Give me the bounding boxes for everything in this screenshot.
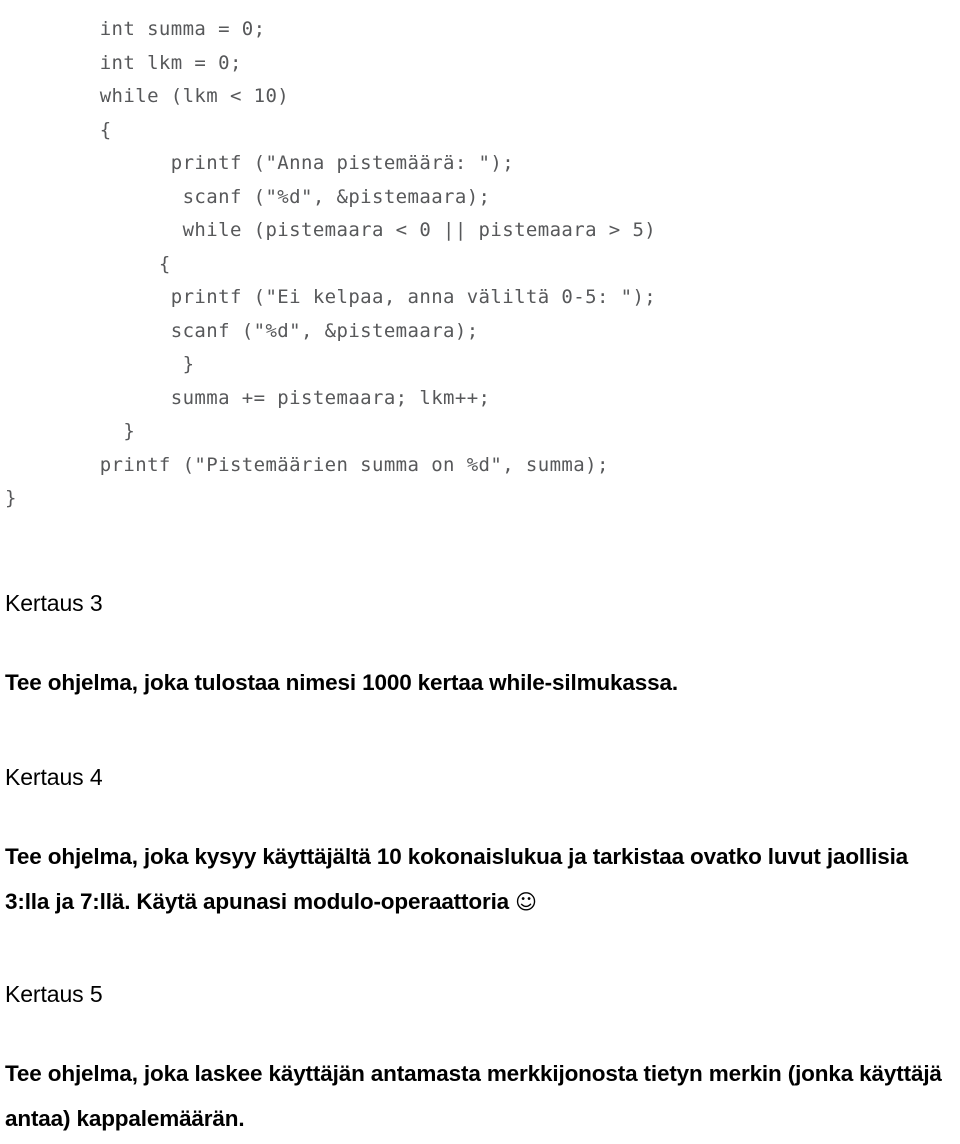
document-page: int summa = 0; int lkm = 0; while (lkm <… [0, 0, 960, 1144]
section-heading-kertaus-3: Kertaus 3 [5, 590, 103, 616]
code-line: printf ("Ei kelpaa, anna väliltä 0-5: ")… [5, 286, 657, 308]
section-body-kertaus-5: Tee ohjelma, joka laskee käyttäjän antam… [5, 1061, 942, 1131]
section-body-kertaus-4: Tee ohjelma, joka kysyy käyttäjältä 10 k… [5, 834, 955, 925]
exercise-section-kertaus-4: Kertaus 4 Tee ohjelma, joka kysyy käyttä… [5, 762, 955, 925]
code-line: while (lkm < 10) [5, 85, 290, 107]
section-body-line: 3:lla ja 7:llä. Käytä apunasi modulo-ope… [5, 889, 516, 914]
exercise-section-kertaus-3: Kertaus 3 Tee ohjelma, joka tulostaa nim… [5, 588, 955, 705]
smiling-face-icon: ☺ [515, 890, 537, 914]
section-body-line: Tee ohjelma, joka kysyy käyttäjältä 10 k… [5, 844, 909, 869]
code-line: int summa = 0; [5, 18, 266, 40]
code-line: } [5, 420, 136, 442]
code-line: printf ("Pistemäärien summa on %d", summ… [5, 453, 609, 476]
section-heading-kertaus-5: Kertaus 5 [5, 981, 103, 1007]
code-block: int summa = 0; int lkm = 0; while (lkm <… [0, 13, 960, 516]
code-line: printf ("Anna pistemäärä: "); [5, 152, 515, 174]
code-line: int lkm = 0; [5, 51, 242, 74]
code-line: { [5, 252, 171, 275]
section-heading-kertaus-4: Kertaus 4 [5, 764, 103, 790]
exercise-section-kertaus-5: Kertaus 5 Tee ohjelma, joka laskee käytt… [5, 979, 955, 1141]
code-line: scanf ("%d", &pistemaara); [5, 185, 491, 208]
code-line: } [5, 487, 17, 509]
code-line: scanf ("%d", &pistemaara); [5, 319, 479, 342]
code-line: while (pistemaara < 0 || pistemaara > 5) [5, 219, 657, 241]
code-line: } [5, 353, 195, 375]
code-line: summa += pistemaara; lkm++; [5, 386, 491, 409]
section-body-kertaus-3: Tee ohjelma, joka tulostaa nimesi 1000 k… [5, 670, 678, 695]
code-line: { [5, 118, 112, 141]
